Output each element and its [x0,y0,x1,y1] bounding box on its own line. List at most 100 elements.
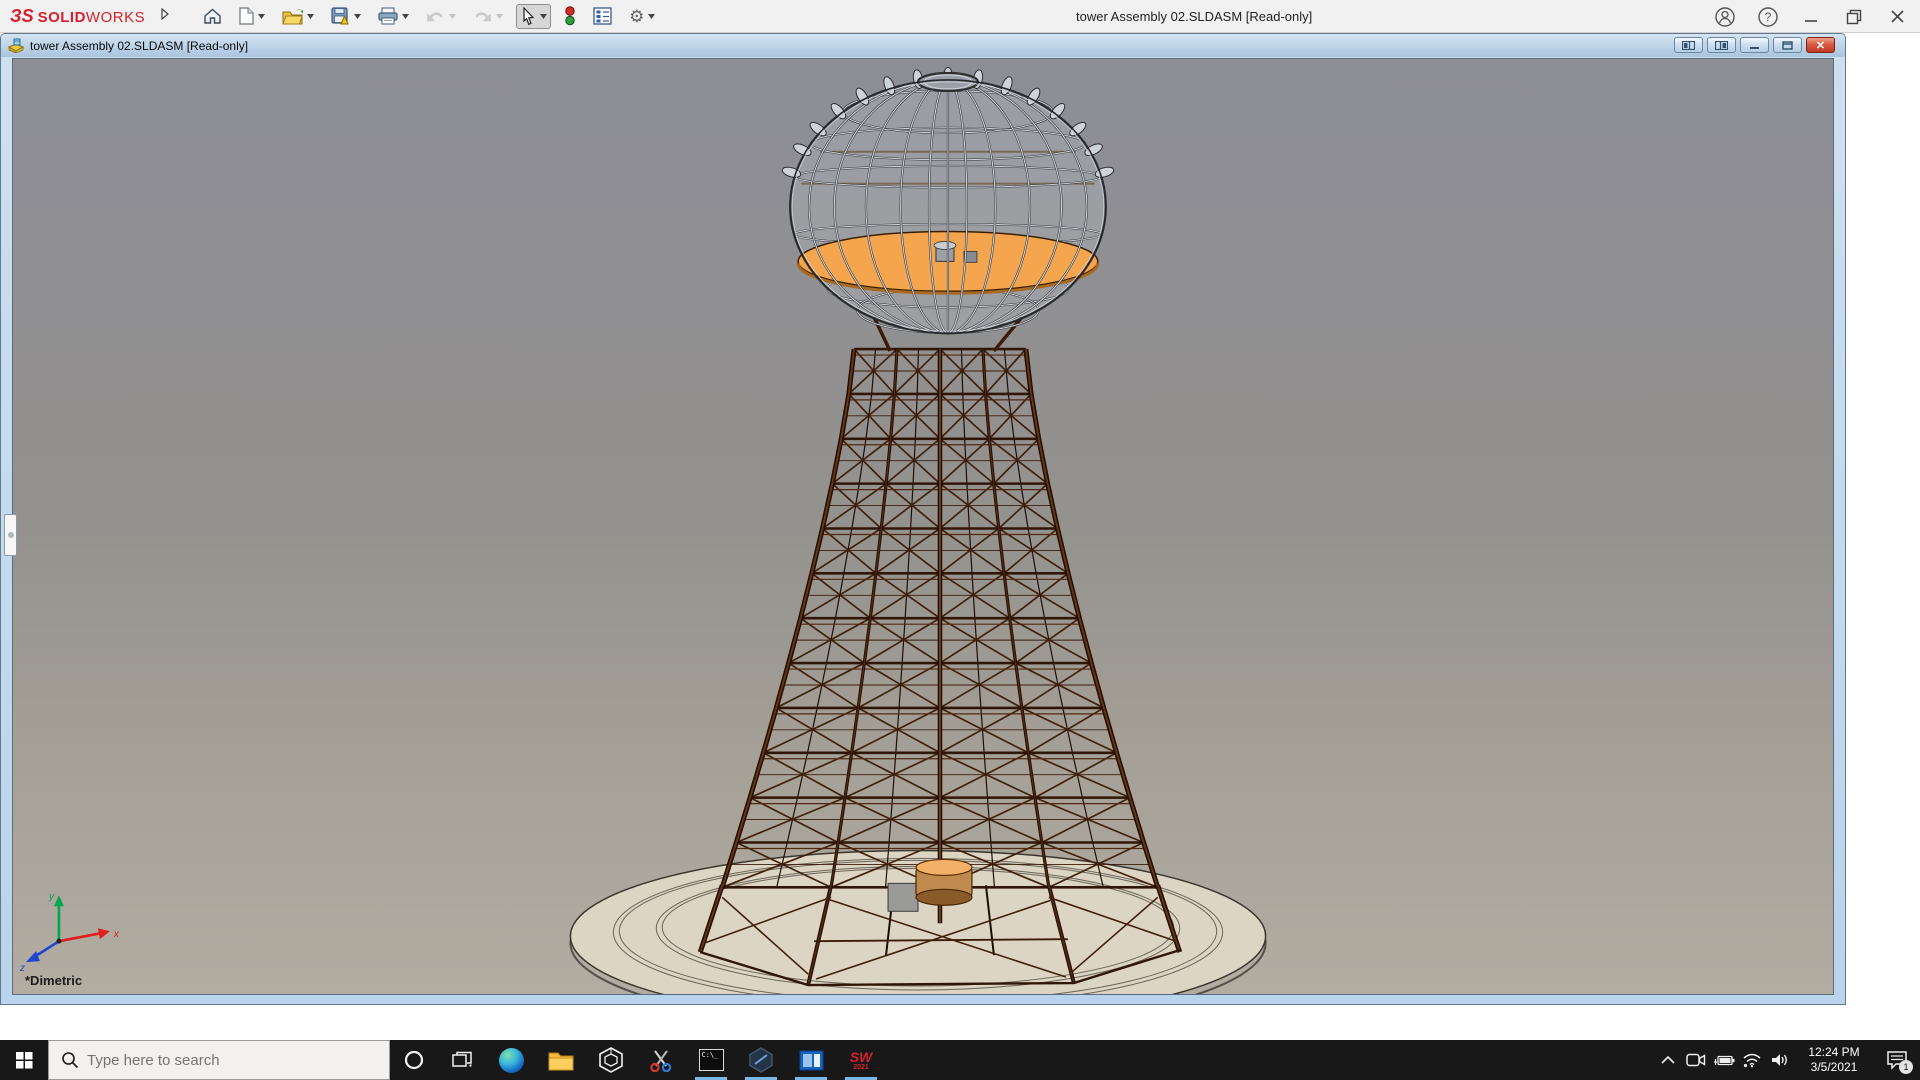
tile-right-button[interactable] [1707,37,1736,53]
tile-right-icon [1715,41,1728,50]
help-icon: ? [1757,6,1779,28]
document-window-controls: ✕ [1674,37,1835,53]
document-close-button[interactable]: ✕ [1806,37,1835,53]
main-toolbar: ⚙ [199,3,659,29]
redo-button[interactable] [469,5,507,27]
search-icon [61,1051,79,1069]
task-view-icon [452,1051,472,1069]
tile-left-icon [1682,41,1695,50]
new-document-icon [239,7,254,25]
battery-button[interactable] [1710,1040,1738,1080]
wifi-button[interactable] [1738,1040,1766,1080]
home-button[interactable] [199,4,226,28]
windows-logo-icon [16,1052,33,1069]
dev-hexagon-icon [748,1047,774,1073]
taskbar-app-edge[interactable] [486,1040,536,1080]
redo-dropdown-icon[interactable] [496,14,503,19]
redo-icon [473,8,492,24]
select-dropdown-icon[interactable] [540,14,547,19]
menu-flyout-arrow-icon[interactable] [161,7,169,25]
document-window: tower Assembly 02.SLDASM [Read-only] ✕ [0,33,1846,1005]
3d-model-canvas[interactable]: xyz [13,59,1833,994]
chevron-up-icon [1660,1054,1676,1066]
minimize-button[interactable] [1798,4,1824,30]
document-title-bar[interactable]: tower Assembly 02.SLDASM [Read-only] ✕ [1,34,1845,57]
battery-icon [1712,1053,1736,1067]
options-button[interactable]: ⚙ [625,5,659,28]
edge-icon [499,1048,524,1073]
design-check-icon [564,6,576,26]
select-tool-button[interactable] [516,4,551,29]
taskbar-app-snipping-tool[interactable] [636,1040,686,1080]
design-check-button[interactable] [560,3,580,29]
open-dropdown-icon[interactable] [307,14,314,19]
help-button[interactable]: ? [1755,4,1781,30]
app-title-bar: ЗS SOLID WORKS [0,0,1920,33]
minimize-icon [1749,41,1760,50]
task-pane-icon [593,7,612,25]
task-view-button[interactable] [438,1040,486,1080]
save-button[interactable] [327,4,365,28]
triad-label-x: x [113,929,120,940]
cupola-cage-model [781,67,1115,333]
view-orientation-label: *Dimetric [25,973,82,988]
new-document-button[interactable] [235,4,269,28]
taskbar-app-dev-hexagon[interactable] [736,1040,786,1080]
orientation-triad: xyz [19,891,120,974]
solidworks-logo-glyph: ЗS [10,6,34,27]
account-button[interactable] [1712,4,1738,30]
new-document-dropdown-icon[interactable] [258,14,265,19]
document-title: tower Assembly 02.SLDASM [Read-only] [30,39,248,53]
print-dropdown-icon[interactable] [402,14,409,19]
assembly-icon [8,38,25,53]
taskbar-app-file-explorer[interactable] [536,1040,586,1080]
cortana-button[interactable] [390,1040,438,1080]
print-icon [378,7,398,25]
action-center-button[interactable]: 1 [1874,1040,1920,1080]
desktop: ЗS SOLID WORKS [0,0,1920,1080]
app-window-controls: ? [1712,0,1910,33]
taskbar-app-3d-viewer[interactable] [586,1040,636,1080]
tile-left-button[interactable] [1674,37,1703,53]
file-explorer-icon [548,1050,574,1071]
start-button[interactable] [0,1040,48,1080]
restore-button[interactable] [1841,4,1867,30]
meet-now-button[interactable] [1682,1040,1710,1080]
taskbar-search-box[interactable] [48,1040,390,1080]
document-minimize-button[interactable] [1740,37,1769,53]
home-icon [203,7,222,25]
snipping-tool-icon [649,1048,673,1072]
minimize-icon [1804,10,1818,24]
taskbar-clock[interactable]: 12:24 PM 3/5/2021 [1794,1040,1874,1080]
save-dropdown-icon[interactable] [354,14,361,19]
task-pane-button[interactable] [589,4,616,28]
feature-panel-collapse-handle[interactable] [4,514,17,556]
undo-dropdown-icon[interactable] [449,14,456,19]
triad-label-y: y [48,891,55,902]
command-prompt-icon: C:\_ [699,1049,724,1071]
undo-icon [426,8,445,24]
open-icon [282,8,303,25]
remote-desktop-icon [799,1050,824,1071]
solidworks-2021-icon: SW 2021 [850,1050,873,1071]
hidden-icons-button[interactable] [1654,1040,1682,1080]
close-button[interactable] [1884,4,1910,30]
graphics-viewport[interactable]: xyz *Dimetric [12,58,1834,995]
close-icon [1890,9,1905,24]
undo-button[interactable] [422,5,460,27]
options-dropdown-icon[interactable] [648,14,655,19]
document-restore-button[interactable] [1773,37,1802,53]
restore-icon [1782,41,1793,50]
taskbar-app-command-prompt[interactable]: C:\_ [686,1040,736,1080]
close-icon: ✕ [1816,39,1825,52]
system-tray: 12:24 PM 3/5/2021 1 [1654,1040,1920,1080]
taskbar-app-solidworks[interactable]: SW 2021 [836,1040,886,1080]
search-input[interactable] [87,1052,367,1069]
volume-button[interactable] [1766,1040,1794,1080]
options-gear-icon: ⚙ [629,8,644,25]
print-button[interactable] [374,4,413,28]
clock-time: 12:24 PM [1808,1045,1859,1060]
app-window-title: tower Assembly 02.SLDASM [Read-only] [1076,0,1312,33]
taskbar-app-remote-desktop[interactable] [786,1040,836,1080]
open-button[interactable] [278,5,318,28]
